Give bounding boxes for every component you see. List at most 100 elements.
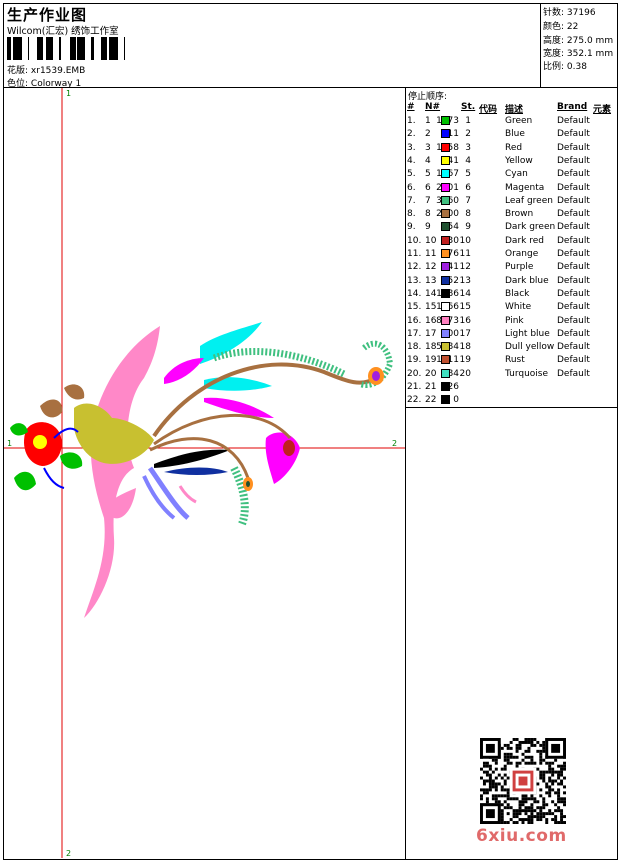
col-code: 代码	[479, 105, 498, 115]
thread-num: 9	[425, 222, 431, 233]
thread-desc: Dull yellow	[505, 342, 555, 353]
thread-num: 2	[425, 129, 431, 140]
pattern-value: xr1539.EMB	[30, 66, 86, 76]
thread-brand: Default	[557, 355, 590, 366]
col-needle: N#	[425, 102, 441, 112]
thread-desc: Orange	[505, 249, 539, 259]
thread-color-swatch	[441, 355, 450, 365]
thread-brand: Default	[557, 288, 590, 299]
thread-row: 15.15186615WhiteDefault	[406, 301, 616, 314]
thread-brand: Default	[557, 195, 590, 206]
thread-num: 7	[425, 195, 431, 206]
thread-desc: Rust	[505, 355, 525, 366]
thread-row: 17. 17 900 17 Light blue Default	[406, 328, 616, 341]
top-axis-marker: 1	[66, 89, 71, 98]
thread-desc: Turquoise	[505, 368, 549, 379]
stat-scale: 比例: 0.38	[543, 62, 587, 72]
thread-n: 4.	[407, 155, 416, 166]
col-brand: Brand	[557, 102, 588, 112]
thread-n: 17.	[407, 328, 422, 339]
thread-row: 9. 9 254 9 Dark green Default	[406, 221, 616, 234]
col-index: #	[407, 102, 415, 112]
thread-num: 8	[425, 209, 431, 220]
thread-brand: Default	[557, 129, 590, 140]
thread-num: 6	[425, 182, 431, 193]
thread-n: 16.	[407, 315, 422, 326]
thread-color-swatch	[441, 209, 450, 219]
thread-desc: Black	[505, 288, 530, 299]
thread-code: 11	[459, 249, 471, 259]
thread-code: 4	[465, 155, 471, 166]
thread-code: 19	[459, 355, 471, 366]
thread-row: 21. 21 126	[406, 381, 616, 394]
thread-brand: Default	[557, 315, 590, 326]
thread-n: 5.	[407, 169, 416, 180]
thread-color-swatch	[441, 302, 450, 312]
thread-num: 4	[425, 155, 431, 166]
thread-num: 1	[425, 116, 431, 126]
thread-code: 5	[465, 169, 471, 180]
thread-n: 13.	[407, 275, 422, 286]
thread-n: 14.	[407, 288, 422, 299]
thread-n: 9.	[407, 222, 416, 233]
thread-row: 8.825008BrownDefault	[406, 208, 616, 221]
thread-row: 3.317583RedDefault	[406, 142, 616, 155]
thread-desc: Green	[505, 116, 533, 126]
thread-row: 10. 10 130 10 Dark red Default	[406, 235, 616, 248]
thread-desc: Dark red	[505, 235, 544, 246]
thread-brand: Default	[557, 169, 590, 180]
thread-brand: Default	[557, 249, 590, 259]
thread-brand: Default	[557, 209, 590, 220]
right-axis-marker: 2	[392, 439, 397, 448]
thread-desc: Leaf green	[505, 195, 553, 206]
thread-color-swatch	[441, 342, 450, 352]
thread-color-swatch	[441, 116, 450, 125]
thread-row: 7.739607Leaf greenDefault	[406, 195, 616, 208]
thread-brand: Default	[557, 235, 590, 246]
thread-color-swatch	[441, 235, 450, 245]
thread-color-swatch	[441, 249, 450, 258]
thread-desc: Light blue	[505, 328, 550, 339]
thread-brand: Default	[557, 182, 590, 193]
thread-desc: Dark green	[505, 222, 556, 233]
thread-color-swatch	[441, 182, 450, 192]
thread-code: 3	[465, 142, 471, 153]
thread-code: 12	[459, 262, 471, 273]
thread-desc: Brown	[505, 209, 534, 220]
pattern-label: 花版:	[7, 66, 29, 76]
thread-n: 6.	[407, 182, 416, 193]
thread-code: 1	[465, 116, 471, 126]
thread-row: 19.19131119RustDefault	[406, 354, 616, 367]
design-preview: 1 2 1 2	[4, 88, 405, 858]
thread-n: 3.	[407, 142, 416, 153]
thread-row: 12. 12 141 12 Purple Default	[406, 261, 616, 274]
left-axis-marker: 1	[7, 439, 12, 448]
stat-colors: 颜色: 22	[543, 22, 579, 32]
thread-code: 17	[459, 328, 471, 339]
thread-brand: Default	[557, 222, 590, 233]
thread-desc: Purple	[505, 262, 534, 273]
thread-code: 6	[465, 182, 471, 193]
thread-desc: Cyan	[505, 169, 528, 180]
thread-row: 1.116731GreenDefault	[406, 115, 616, 128]
thread-code: 20	[459, 368, 471, 379]
thread-color-swatch	[441, 262, 450, 272]
thread-color-swatch	[441, 169, 450, 179]
thread-row: 20. 20 284 20 Turquoise Default	[406, 368, 616, 381]
thread-desc: Red	[505, 142, 523, 153]
thread-brand: Default	[557, 302, 590, 313]
stat-width: 宽度: 352.1 mm	[543, 49, 614, 59]
thread-code: 15	[459, 302, 471, 313]
header-stats-divider	[540, 3, 541, 87]
col-element: 元素	[593, 105, 612, 115]
thread-color-swatch	[441, 195, 450, 205]
thread-desc: Magenta	[505, 182, 545, 193]
thread-color-swatch	[441, 129, 450, 139]
thread-code: 18	[459, 342, 471, 353]
phoenix-embroidery	[10, 322, 394, 618]
barcode	[7, 37, 125, 60]
sheet-title: 生产作业图	[7, 6, 88, 24]
thread-row: 16.16837316PinkDefault	[406, 315, 616, 328]
thread-row: 22. 22 0	[406, 394, 616, 407]
thread-n: 20.	[407, 368, 422, 379]
